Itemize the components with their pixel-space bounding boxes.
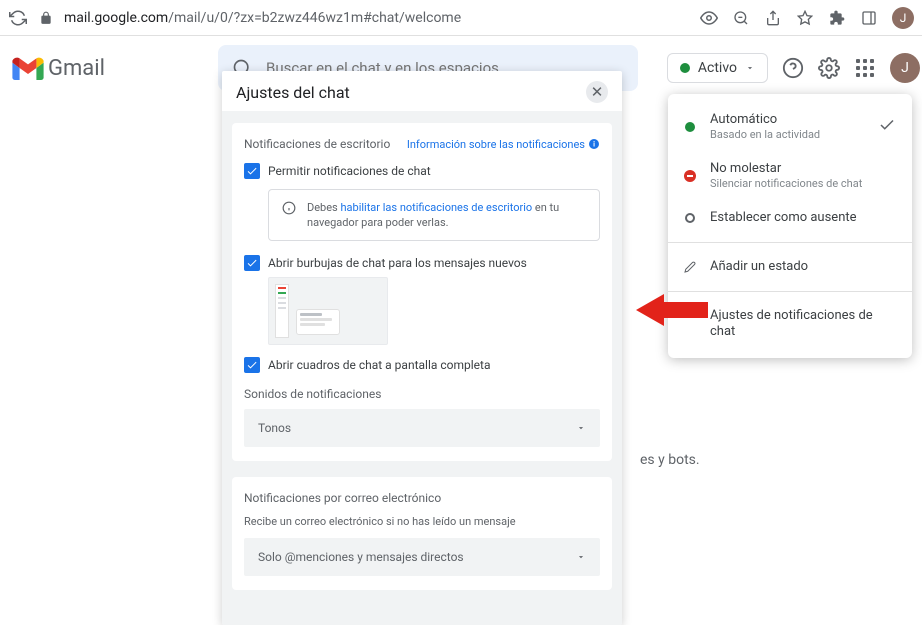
zoom-out-icon[interactable] bbox=[732, 9, 750, 27]
extensions-icon[interactable] bbox=[828, 9, 846, 27]
modal-scroll[interactable]: Notificaciones de escritorio Información… bbox=[222, 111, 622, 625]
enable-desktop-link[interactable]: habilitar las notificaciones de escritor… bbox=[340, 201, 532, 214]
email-select-value: Solo @menciones y mensajes directos bbox=[258, 550, 464, 564]
modal-titlebar: Ajustes del chat ✕ bbox=[222, 71, 622, 111]
url-domain: mail.google.com bbox=[64, 10, 168, 26]
reload-icon[interactable] bbox=[8, 8, 28, 28]
browser-address-bar: mail.google.com/mail/u/0/?zx=b2zwz446wz1… bbox=[0, 0, 922, 36]
fullscreen-chat-checkbox[interactable] bbox=[244, 357, 260, 373]
header-right: Activo J bbox=[667, 53, 910, 83]
status-dnd[interactable]: No molestar Silenciar notificaciones de … bbox=[668, 151, 912, 200]
eye-icon[interactable] bbox=[700, 9, 718, 27]
background-text-fragment: es y bots. bbox=[640, 452, 700, 468]
status-title: Automático bbox=[710, 112, 864, 128]
open-bubbles-checkbox[interactable] bbox=[244, 255, 260, 271]
info-icon: i bbox=[588, 138, 600, 150]
chat-settings-modal: Ajustes del chat ✕ Notificaciones de esc… bbox=[222, 71, 622, 625]
sounds-label: Sonidos de notificaciones bbox=[244, 387, 600, 401]
status-pill-label: Activo bbox=[698, 60, 737, 76]
chevron-down-icon bbox=[576, 423, 586, 433]
star-icon[interactable] bbox=[796, 9, 814, 27]
allow-notifications-row: Permitir notificaciones de chat bbox=[244, 163, 600, 179]
apps-icon[interactable] bbox=[854, 57, 876, 79]
menu-divider bbox=[668, 242, 912, 243]
open-bubbles-label: Abrir burbujas de chat para los mensajes… bbox=[268, 255, 527, 271]
green-dot-icon bbox=[685, 122, 695, 132]
status-title: Añadir un estado bbox=[710, 259, 896, 275]
url-path: /mail/u/0/?zx=b2zwz446wz1m#chat/welcome bbox=[168, 10, 461, 26]
status-title: No molestar bbox=[710, 161, 896, 177]
notifications-info-link[interactable]: Información sobre las notificaciones i bbox=[407, 138, 600, 151]
notice-text: Debes habilitar las notificaciones de es… bbox=[307, 200, 587, 230]
notice-info-icon bbox=[281, 200, 297, 216]
open-bubbles-row: Abrir burbujas de chat para los mensajes… bbox=[244, 255, 600, 271]
status-title: Ajustes de notificaciones de chat bbox=[710, 308, 896, 340]
email-sub: Recibe un correo electrónico si no has l… bbox=[244, 515, 600, 528]
email-notifications-card: Notificaciones por correo electrónico Re… bbox=[232, 477, 612, 590]
settings-icon[interactable] bbox=[818, 57, 840, 79]
share-icon[interactable] bbox=[764, 9, 782, 27]
allow-notifications-checkbox[interactable] bbox=[244, 163, 260, 179]
card-title: Notificaciones de escritorio bbox=[244, 137, 390, 151]
close-button[interactable]: ✕ bbox=[586, 81, 608, 103]
gmail-name: Gmail bbox=[48, 56, 105, 81]
sidepanel-icon[interactable] bbox=[860, 9, 878, 27]
status-automatic[interactable]: Automático Basado en la actividad bbox=[668, 102, 912, 151]
away-ring-icon bbox=[685, 213, 695, 223]
help-icon[interactable] bbox=[782, 57, 804, 79]
sounds-select[interactable]: Tonos bbox=[244, 409, 600, 447]
status-dot-icon bbox=[680, 63, 690, 73]
status-sub: Silenciar notificaciones de chat bbox=[710, 177, 896, 190]
account-avatar[interactable]: J bbox=[890, 53, 920, 83]
status-pill[interactable]: Activo bbox=[667, 53, 768, 83]
fullscreen-chat-row: Abrir cuadros de chat a pantalla complet… bbox=[244, 357, 600, 373]
browser-profile-avatar[interactable]: J bbox=[892, 7, 914, 29]
desktop-notifications-card: Notificaciones de escritorio Información… bbox=[232, 123, 612, 461]
gmail-logo-area[interactable]: Gmail bbox=[12, 56, 212, 81]
dnd-dot-icon bbox=[684, 170, 696, 182]
svg-text:i: i bbox=[593, 141, 595, 149]
modal-title: Ajustes del chat bbox=[236, 83, 350, 102]
fullscreen-chat-label: Abrir cuadros de chat a pantalla complet… bbox=[268, 357, 491, 373]
browser-notification-notice: Debes habilitar las notificaciones de es… bbox=[268, 189, 600, 241]
chevron-down-icon bbox=[576, 552, 586, 562]
allow-notifications-label: Permitir notificaciones de chat bbox=[268, 163, 431, 179]
lock-icon bbox=[36, 8, 56, 28]
card-title: Notificaciones por correo electrónico bbox=[244, 491, 600, 505]
email-select[interactable]: Solo @menciones y mensajes directos bbox=[244, 538, 600, 576]
status-sub: Basado en la actividad bbox=[710, 128, 864, 141]
status-title: Establecer como ausente bbox=[710, 210, 896, 226]
sounds-value: Tonos bbox=[258, 421, 291, 435]
gmail-logo-icon bbox=[12, 56, 44, 80]
url-text[interactable]: mail.google.com/mail/u/0/?zx=b2zwz446wz1… bbox=[64, 10, 692, 26]
bubbles-preview bbox=[268, 277, 388, 345]
pencil-icon bbox=[684, 260, 696, 274]
check-icon bbox=[878, 116, 896, 138]
chevron-down-icon bbox=[745, 63, 755, 73]
browser-actions: J bbox=[700, 7, 914, 29]
red-arrow-annotation bbox=[636, 290, 708, 334]
add-status[interactable]: Añadir un estado bbox=[668, 249, 912, 285]
status-away[interactable]: Establecer como ausente bbox=[668, 200, 912, 236]
